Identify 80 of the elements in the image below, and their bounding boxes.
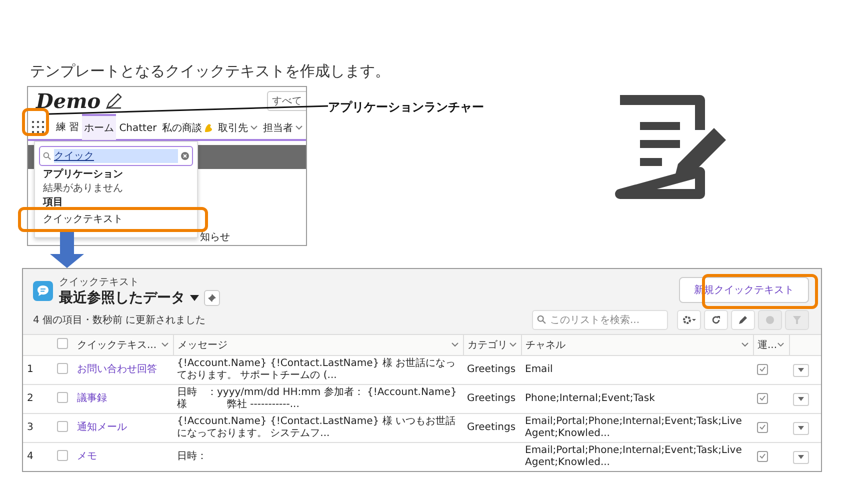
record-link[interactable]: 通知メール — [77, 422, 127, 433]
nav-tab[interactable]: 私の商談 — [160, 114, 215, 140]
chevron-icon — [508, 342, 516, 348]
list-status: 4 個の項目・数秒前 に更新されました — [33, 314, 206, 327]
clear-icon[interactable] — [181, 152, 189, 160]
pen-icon — [104, 92, 123, 110]
row-number: 1 — [23, 356, 53, 384]
nav-tab[interactable]: Chatter — [117, 116, 159, 138]
background-text: 知らせ — [200, 231, 230, 244]
row-number: 4 — [23, 442, 53, 471]
refresh-icon — [711, 315, 721, 325]
row-checkbox[interactable] — [57, 450, 68, 460]
row-checkbox[interactable] — [57, 362, 68, 374]
nav-tab[interactable]: 担当者 — [260, 114, 305, 140]
toolbar-button[interactable] — [704, 310, 728, 330]
list-view-name[interactable]: 最近参照したデータ — [59, 289, 185, 307]
search-scope[interactable]: すべて — [267, 91, 306, 111]
chevron-icon — [777, 342, 784, 348]
table-cell: 日時 ：yyyy/mm/dd HH:mm 参加者： {!Account.Name} 様 弊社 -----------... — [177, 387, 457, 410]
table-cell: Email;Portal;Phone;Internal;Event;Task;Live Agent;Knowled... — [525, 445, 742, 468]
search-icon — [537, 315, 546, 324]
chevron-icon — [250, 125, 258, 131]
nav-tab[interactable]: 取引先 — [216, 114, 260, 140]
row-actions-button[interactable] — [793, 392, 809, 406]
table-cell: Greetings — [467, 364, 516, 375]
row-number: 3 — [23, 414, 53, 442]
row-actions-button[interactable] — [793, 364, 809, 376]
row-checkbox[interactable] — [57, 420, 68, 432]
chat-icon — [33, 281, 53, 301]
section-heading: アプリケーション — [42, 168, 124, 182]
chevron-icon — [740, 342, 748, 348]
settings-icon — [682, 315, 696, 325]
down-arrow — [50, 232, 84, 268]
record-link[interactable]: メモ — [77, 451, 97, 462]
caret-icon — [798, 426, 804, 430]
object-label: クイックテキスト — [59, 276, 140, 289]
section-heading: 項目 — [42, 196, 64, 209]
table-cell: Greetings — [467, 393, 516, 404]
circle-icon — [765, 315, 775, 325]
empty-message: 結果がありません — [42, 182, 124, 196]
table-cell: {!Account.Name} {!Contact.LastName} 様 お世話になっております。 サポートチームの (... — [177, 358, 456, 381]
pencil-icon — [738, 315, 748, 325]
table-cell: {!Account.Name} {!Contact.LastName} 様 いつもお世話になっております。 システムフ... — [177, 416, 456, 439]
toolbar-button[interactable] — [677, 310, 701, 330]
caret-icon — [798, 368, 804, 372]
launcher-search-field[interactable]: クイック — [39, 146, 193, 166]
row-number: 2 — [23, 384, 53, 414]
slide-title: テンプレートとなるクイックテキストを作成します。 — [30, 62, 390, 81]
caret-icon[interactable] — [190, 295, 199, 301]
search-icon — [43, 152, 51, 160]
caret-icon — [798, 455, 804, 459]
search-value: クイック — [54, 149, 178, 163]
table-cell: Email;Portal;Phone;Internal;Event;Task;Live Agent;Knowled... — [525, 416, 742, 439]
chevron-icon — [294, 125, 303, 131]
pin-button[interactable] — [204, 290, 220, 306]
select-all-checkbox[interactable] — [57, 338, 68, 349]
row-checkbox[interactable] — [57, 392, 68, 402]
table-cell: Phone;Internal;Event;Task — [525, 393, 655, 404]
caret-icon — [798, 397, 804, 401]
highlight-frame — [22, 108, 49, 136]
record-link[interactable]: 議事録 — [77, 393, 107, 404]
table-cell: Email — [525, 364, 553, 375]
chevron-icon — [160, 342, 168, 348]
app-name: 練 習 — [56, 120, 80, 134]
app-launcher-icon[interactable] — [30, 119, 46, 135]
chevron-icon — [450, 342, 458, 348]
row-actions-button[interactable] — [793, 422, 809, 434]
table-cell: 日時： — [177, 451, 207, 462]
callout-label: アプリケーションランチャー — [328, 99, 484, 116]
record-link[interactable]: お問い合わせ回答 — [77, 364, 157, 375]
table-cell: Greetings — [467, 422, 516, 433]
row-actions-button[interactable] — [793, 450, 809, 464]
toolbar-button[interactable] — [731, 310, 755, 330]
column-header[interactable]: チャネル — [526, 338, 566, 352]
launcher-item[interactable]: クイックテキスト — [35, 209, 131, 231]
list-search-field[interactable]: このリストを検索... — [532, 310, 668, 330]
column-header[interactable]: メッセージ — [178, 338, 228, 352]
filter-icon — [793, 315, 801, 325]
logo: Demo — [36, 89, 101, 113]
nav-tab[interactable]: ホーム — [82, 114, 116, 140]
